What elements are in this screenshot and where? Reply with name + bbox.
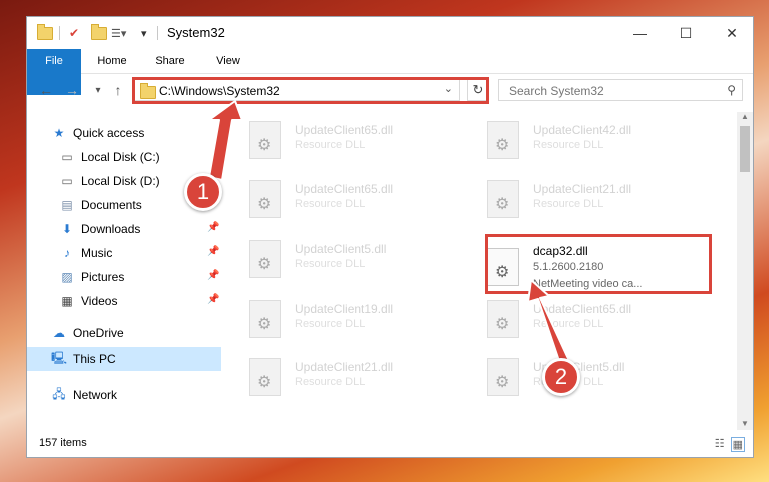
arrow-up-to-address (208, 100, 243, 181)
step-badge-2: 2 (542, 358, 580, 396)
arrow-up-to-file (527, 279, 571, 368)
annotation-arrows (208, 100, 571, 368)
step-badge-1: 1 (184, 173, 222, 211)
